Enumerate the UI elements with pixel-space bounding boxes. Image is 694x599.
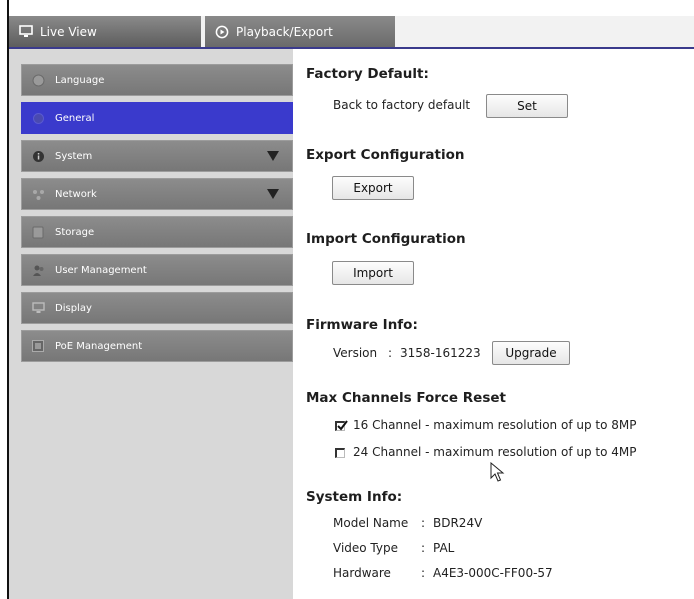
model-name-separator: : [421,516,426,530]
video-type-label: Video Type [333,541,398,555]
sidebar-item-label: Network [55,188,97,200]
storage-icon [31,225,45,239]
sidebar-item-poe-management[interactable]: PoE Management [21,330,293,362]
sidebar-item-label: Display [55,302,92,314]
settings-sidebar: Language General System Network Storage … [9,49,293,599]
channel-16-label: 16 Channel - maximum resolution of up to… [353,418,637,432]
sidebar-item-label: General [55,112,95,124]
sidebar-item-system[interactable]: System [21,140,293,172]
hardware-separator: : [421,566,426,580]
hardware-label: Hardware [333,566,391,580]
sidebar-item-label: User Management [55,264,147,276]
info-icon [31,149,45,163]
factory-default-heading: Factory Default: [306,66,429,82]
firmware-info-heading: Firmware Info: [306,317,418,333]
sidebar-item-language[interactable]: Language [21,64,293,96]
video-type-separator: : [421,541,426,555]
sidebar-item-label: System [55,150,93,162]
channel-24-checkbox[interactable] [335,448,345,458]
hardware-value: A4E3-000C-FF00-57 [433,566,553,580]
firmware-version-separator: : [388,346,393,360]
sidebar-item-display[interactable]: Display [21,292,293,324]
import-button[interactable]: Import [332,261,414,285]
import-configuration-heading: Import Configuration [306,231,466,247]
users-icon [31,263,45,277]
firmware-version-label: Version [333,346,378,360]
sidebar-item-network[interactable]: Network [21,178,293,210]
system-info-heading: System Info: [306,489,403,505]
channel-16-checkbox[interactable] [335,420,348,431]
channel-24-label: 24 Channel - maximum resolution of up to… [353,445,637,459]
sidebar-item-storage[interactable]: Storage [21,216,293,248]
tab-live-view-label: Live View [40,24,97,39]
max-channels-heading: Max Channels Force Reset [306,390,506,406]
model-name-value: BDR24V [433,516,483,530]
chevron-down-icon[interactable] [267,151,279,161]
video-type-value: PAL [433,541,455,555]
network-icon [31,187,45,201]
export-button[interactable]: Export [332,176,414,200]
monitor-icon [19,25,33,38]
sidebar-item-label: Language [55,74,105,86]
mouse-cursor-icon [490,462,505,482]
poe-icon [31,339,45,353]
sidebar-item-user-management[interactable]: User Management [21,254,293,286]
tab-live-view[interactable]: Live View [9,16,201,47]
firmware-version-value: 3158-161223 [400,346,481,360]
top-tab-bar: Live View Playback/Export [9,16,694,49]
sidebar-item-label: PoE Management [55,340,143,352]
model-name-label: Model Name [333,516,409,530]
display-icon [31,301,45,315]
sidebar-item-general[interactable]: General [21,102,293,134]
factory-default-label: Back to factory default [333,98,471,112]
gear-icon [31,111,45,125]
sidebar-item-label: Storage [55,226,95,238]
upgrade-button[interactable]: Upgrade [492,341,570,365]
play-circle-icon [215,25,229,39]
export-configuration-heading: Export Configuration [306,147,465,163]
tab-playback-export[interactable]: Playback/Export [205,16,395,47]
checkmark-icon [337,420,348,431]
tab-playback-export-label: Playback/Export [236,24,333,39]
globe-icon [31,73,45,87]
set-button[interactable]: Set [486,94,568,118]
chevron-down-icon[interactable] [267,189,279,199]
